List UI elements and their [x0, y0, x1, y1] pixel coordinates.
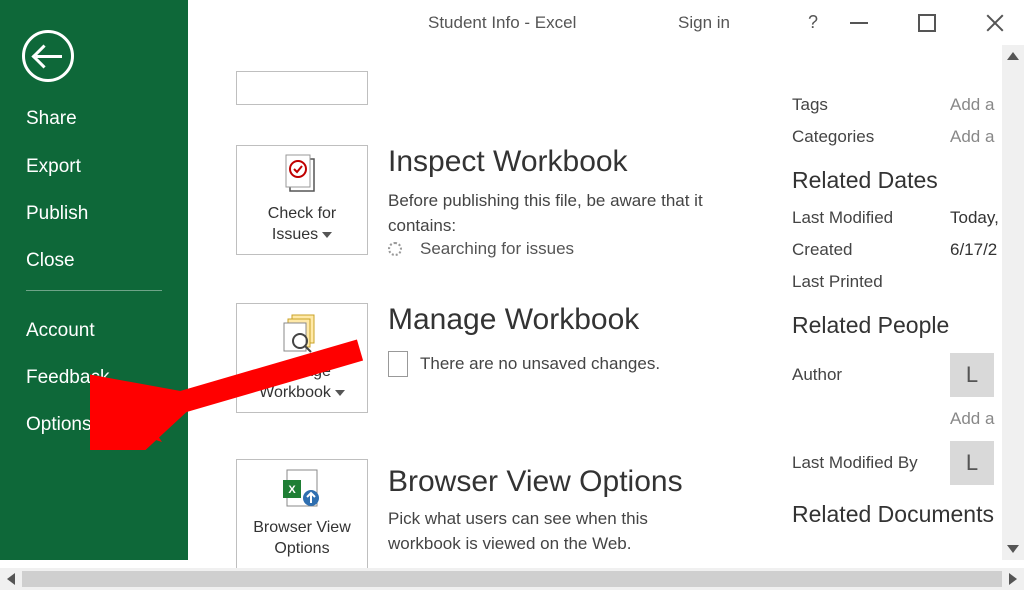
- inspect-status-text: Searching for issues: [420, 239, 574, 259]
- last-modified-by-label: Last Modified By: [792, 453, 950, 473]
- related-people-heading: Related People: [792, 312, 1024, 339]
- manage-workbook-desc: There are no unsaved changes.: [388, 351, 660, 377]
- author-label: Author: [792, 365, 950, 385]
- sidebar-item-export[interactable]: Export: [26, 156, 81, 178]
- created-label: Created: [792, 240, 950, 260]
- chevron-down-icon: [335, 390, 345, 396]
- sidebar-separator: [26, 290, 162, 291]
- properties-panel: Tags Add a Categories Add a Related Date…: [792, 95, 1024, 542]
- help-button[interactable]: ?: [808, 12, 818, 33]
- card-partial-top[interactable]: [236, 71, 368, 105]
- related-documents-heading: Related Documents: [792, 501, 1024, 528]
- minimize-button[interactable]: [850, 22, 868, 24]
- tags-label: Tags: [792, 95, 950, 115]
- categories-value[interactable]: Add a: [950, 127, 994, 147]
- last-printed-label: Last Printed: [792, 272, 950, 292]
- document-icon: [388, 351, 408, 377]
- horizontal-scrollbar[interactable]: [0, 568, 1024, 590]
- manage-workbook-button[interactable]: Manage Workbook: [236, 303, 368, 413]
- add-author-value[interactable]: Add a: [950, 409, 994, 429]
- scroll-up-button[interactable]: [1002, 45, 1024, 67]
- title-bar: Student Info - Excel Sign in ?: [188, 0, 1024, 45]
- spinner-icon: [388, 242, 402, 256]
- vertical-scrollbar[interactable]: [1002, 45, 1024, 560]
- scroll-right-button[interactable]: [1002, 568, 1024, 590]
- window-title: Student Info - Excel: [428, 13, 576, 33]
- categories-label: Categories: [792, 127, 950, 147]
- tags-value[interactable]: Add a: [950, 95, 994, 115]
- back-button[interactable]: [22, 30, 74, 82]
- inspect-status: Searching for issues: [388, 239, 574, 259]
- inspect-workbook-desc: Before publishing this file, be aware th…: [388, 189, 718, 238]
- main-panel: Check for Issues Inspect Workbook Before…: [188, 45, 1024, 560]
- browser-view-options-icon: X: [237, 460, 367, 518]
- manage-workbook-icon: [237, 304, 367, 362]
- author-avatar[interactable]: L: [950, 353, 994, 397]
- backstage-sidebar: Share Export Publish Close Account Feedb…: [0, 0, 188, 560]
- manage-workbook-label: Manage Workbook: [259, 363, 331, 401]
- scroll-track[interactable]: [22, 571, 1002, 587]
- browser-view-options-button[interactable]: X Browser View Options: [236, 459, 368, 569]
- modby-avatar[interactable]: L: [950, 441, 994, 485]
- browser-view-heading: Browser View Options: [388, 465, 683, 499]
- last-modified-value: Today,: [950, 208, 999, 228]
- svg-text:X: X: [288, 484, 296, 496]
- chevron-down-icon: [322, 232, 332, 238]
- check-for-issues-icon: [237, 146, 367, 204]
- sidebar-item-publish[interactable]: Publish: [26, 203, 88, 225]
- related-dates-heading: Related Dates: [792, 167, 1024, 194]
- maximize-button[interactable]: [918, 14, 936, 32]
- check-for-issues-button[interactable]: Check for Issues: [236, 145, 368, 255]
- browser-view-desc: Pick what users can see when this workbo…: [388, 507, 718, 556]
- scroll-down-button[interactable]: [1002, 538, 1024, 560]
- manage-workbook-heading: Manage Workbook: [388, 303, 639, 337]
- sidebar-item-share[interactable]: Share: [26, 108, 77, 130]
- scroll-left-button[interactable]: [0, 568, 22, 590]
- inspect-workbook-heading: Inspect Workbook: [388, 145, 628, 179]
- author-spacer: [792, 409, 950, 429]
- close-button[interactable]: [986, 14, 1004, 32]
- last-modified-label: Last Modified: [792, 208, 950, 228]
- browser-view-label: Browser View Options: [253, 519, 351, 557]
- sidebar-item-account[interactable]: Account: [26, 320, 95, 342]
- sidebar-item-options[interactable]: Options: [26, 414, 91, 436]
- sidebar-item-close[interactable]: Close: [26, 250, 75, 272]
- manage-workbook-desc-text: There are no unsaved changes.: [420, 352, 660, 377]
- sidebar-item-feedback[interactable]: Feedback: [26, 367, 109, 389]
- created-value: 6/17/2: [950, 240, 997, 260]
- sign-in-link[interactable]: Sign in: [678, 13, 730, 33]
